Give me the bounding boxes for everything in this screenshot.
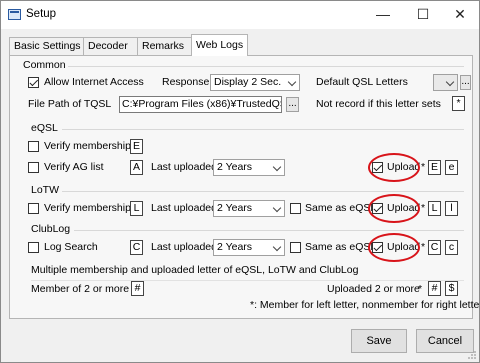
clublog-group-divider: [74, 230, 464, 231]
lotw-same-as-eqsl-label: Same as eQSL: [305, 202, 377, 214]
member-two-letter[interactable]: #: [131, 281, 144, 296]
default-qsl-browse-button[interactable]: ...: [460, 75, 471, 90]
uploaded-two-label: Uploaded 2 or more: [327, 283, 420, 295]
eqsl-upload-letter-nonmember[interactable]: e: [445, 160, 458, 175]
multiple-group-divider: [31, 280, 464, 281]
common-group-label: Common: [23, 59, 66, 71]
chevron-down-icon: [272, 203, 282, 213]
lotw-last-uploaded-value: 2 Years: [217, 202, 253, 214]
clublog-search-letter[interactable]: C: [130, 240, 143, 255]
lotw-verify-membership-label: Verify membership: [44, 202, 131, 214]
lotw-group-divider: [62, 191, 464, 192]
clublog-log-search-checkbox[interactable]: [28, 242, 39, 253]
lotw-group-label: LoTW: [31, 184, 60, 196]
minimize-button[interactable]: —: [372, 4, 394, 24]
eqsl-group-divider: [62, 129, 464, 130]
lotw-verify-membership-checkbox[interactable]: [28, 203, 39, 214]
eqsl-upload-highlight: [368, 153, 420, 182]
tab-web-logs[interactable]: Web Logs: [191, 34, 248, 56]
multiple-group-label: Multiple membership and uploaded letter …: [31, 264, 359, 276]
default-qsl-dropdown[interactable]: [433, 74, 458, 91]
eqsl-ag-letter[interactable]: A: [130, 160, 143, 175]
default-qsl-label: Default QSL Letters: [316, 76, 408, 88]
lotw-same-as-eqsl-checkbox[interactable]: [290, 203, 301, 214]
chevron-down-icon: [272, 162, 282, 172]
chevron-down-icon: [272, 242, 282, 252]
lotw-upload-letter-member[interactable]: L: [428, 201, 441, 216]
chevron-down-icon: [445, 77, 455, 87]
clublog-last-uploaded-dropdown[interactable]: 2 Years: [213, 239, 285, 256]
close-button[interactable]: ✕: [449, 4, 471, 24]
clublog-last-uploaded-label: Last uploaded: [151, 241, 217, 253]
uploaded-two-letter-member[interactable]: #: [428, 281, 441, 296]
eqsl-group-label: eQSL: [31, 122, 58, 134]
tab-basic-settings[interactable]: Basic Settings: [9, 37, 84, 55]
eqsl-verify-ag-checkbox[interactable]: [28, 162, 39, 173]
clublog-upload-letter-nonmember[interactable]: c: [445, 240, 458, 255]
allow-internet-checkbox[interactable]: [28, 77, 39, 88]
clublog-upload-letter-member[interactable]: C: [428, 240, 441, 255]
clublog-last-uploaded-value: 2 Years: [217, 241, 253, 253]
response-value: Display 2 Sec.: [214, 76, 282, 88]
window-title: Setup: [26, 8, 57, 20]
membership-note: *: Member for left letter, nonmember for…: [250, 299, 480, 311]
common-group-divider: [68, 66, 464, 67]
tab-remarks[interactable]: Remarks: [137, 37, 192, 55]
maximize-button[interactable]: ☐: [412, 4, 434, 24]
lotw-upload-letter-nonmember[interactable]: l: [445, 201, 458, 216]
uploaded-two-letter-nonmember[interactable]: $: [445, 281, 458, 296]
not-record-field[interactable]: *: [452, 96, 465, 111]
setup-window: Setup — ☐ ✕ Basic Settings Decoder Remar…: [0, 0, 480, 363]
cancel-button[interactable]: Cancel: [416, 329, 474, 353]
resize-grip-icon[interactable]: [467, 350, 477, 360]
not-record-label: Not record if this letter sets: [316, 98, 441, 110]
app-icon: [8, 9, 21, 20]
title-bar: Setup — ☐ ✕: [1, 1, 479, 29]
eqsl-last-uploaded-dropdown[interactable]: 2 Years: [213, 159, 285, 176]
eqsl-last-uploaded-value: 2 Years: [217, 161, 253, 173]
lotw-membership-letter[interactable]: L: [130, 201, 143, 216]
eqsl-upload-letter-member[interactable]: E: [428, 160, 441, 175]
lotw-star: *: [421, 202, 426, 214]
lotw-last-uploaded-dropdown[interactable]: 2 Years: [213, 200, 285, 217]
tab-decoder[interactable]: Decoder: [83, 37, 138, 55]
eqsl-verify-membership-checkbox[interactable]: [28, 141, 39, 152]
eqsl-membership-letter[interactable]: E: [130, 139, 143, 154]
clublog-group-label: ClubLog: [31, 223, 71, 235]
eqsl-verify-ag-label: Verify AG list: [44, 161, 104, 173]
tqsl-browse-button[interactable]: ...: [286, 97, 299, 112]
clublog-upload-highlight: [368, 233, 420, 262]
eqsl-verify-membership-label: Verify membership: [44, 140, 131, 152]
clublog-star: *: [421, 241, 426, 253]
clublog-log-search-label: Log Search: [44, 241, 98, 253]
allow-internet-label: Allow Internet Access: [44, 76, 144, 88]
tqsl-path-label: File Path of TQSL: [28, 98, 112, 110]
member-two-label: Member of 2 or more: [31, 283, 130, 295]
clublog-same-as-eqsl-checkbox[interactable]: [290, 242, 301, 253]
tqsl-path-field[interactable]: C:¥Program Files (x86)¥TrustedQSL: [119, 96, 282, 113]
clublog-same-as-eqsl-label: Same as eQSL: [305, 241, 377, 253]
web-logs-panel: Common Allow Internet Access Response Di…: [9, 55, 480, 319]
uploaded-two-star: *: [418, 283, 423, 295]
save-button[interactable]: Save: [351, 329, 407, 353]
response-dropdown[interactable]: Display 2 Sec.: [210, 74, 300, 91]
eqsl-last-uploaded-label: Last uploaded: [151, 161, 217, 173]
chevron-down-icon: [287, 77, 297, 87]
lotw-last-uploaded-label: Last uploaded: [151, 202, 217, 214]
response-label: Response: [162, 76, 210, 88]
lotw-upload-highlight: [368, 194, 420, 223]
eqsl-star: *: [421, 161, 426, 173]
